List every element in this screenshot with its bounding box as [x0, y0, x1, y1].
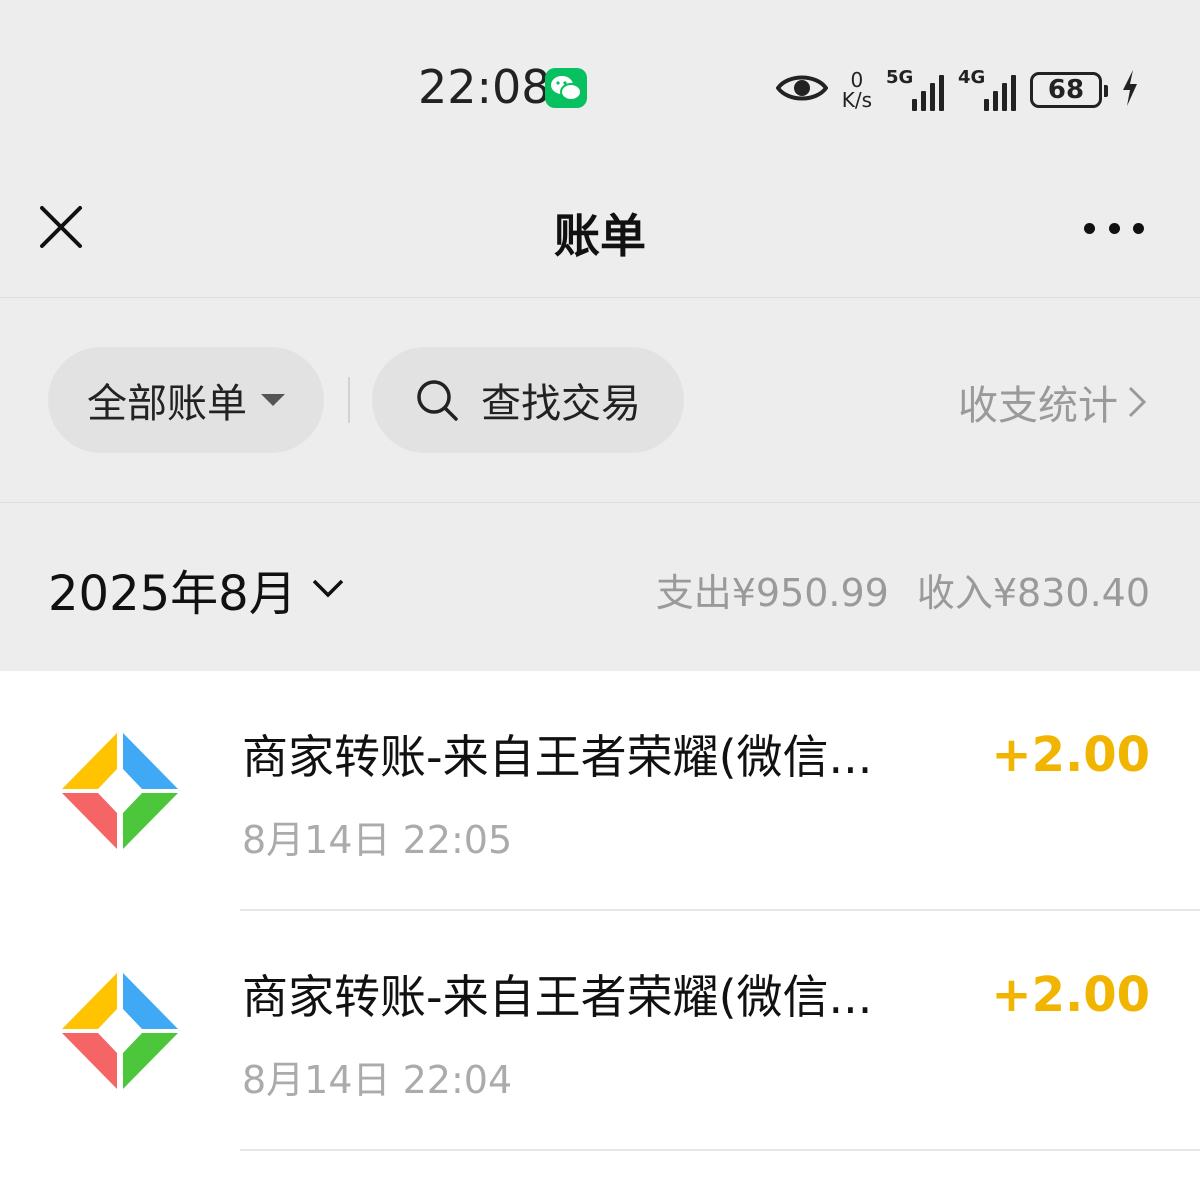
- sim1-network-label: 5G: [886, 67, 914, 88]
- page-title: 账单: [554, 209, 646, 263]
- transaction-time: 8月14日 22:04: [242, 1058, 513, 1102]
- net-speed: 0 K/s: [842, 70, 872, 110]
- chevron-right-icon: [1128, 386, 1147, 418]
- row-divider: [240, 1149, 1200, 1151]
- all-bills-button[interactable]: 全部账单: [48, 347, 324, 453]
- stats-label: 收支统计: [958, 383, 1118, 429]
- merchant-logo-icon: [62, 733, 178, 849]
- signal-sim1-icon: 5G: [886, 69, 944, 111]
- battery-icon: 68: [1030, 72, 1108, 108]
- wechat-icon: [545, 68, 587, 108]
- chevron-down-icon: [312, 579, 343, 598]
- search-transactions-label: 查找交易: [481, 381, 641, 427]
- signal-sim2-icon: 4G: [958, 69, 1016, 111]
- status-icons: 0 K/s 5G 4G 68: [775, 62, 1140, 118]
- nav-bar: 账单: [0, 180, 1200, 298]
- charging-icon: [1120, 68, 1140, 112]
- status-time: 22:08: [418, 60, 551, 114]
- month-income: 收入¥830.40: [916, 571, 1150, 615]
- transaction-list: 商家转账-来自王者荣耀(微信... 8月14日 22:05 +2.00 商家转账…: [0, 671, 1200, 1179]
- transaction-row[interactable]: 商家转账-来自王者荣耀(微信... 8月14日 22:04 +2.00: [0, 911, 1200, 1151]
- month-label: 2025年8月: [48, 566, 297, 622]
- more-dot: [1108, 222, 1120, 234]
- transaction-title: 商家转账-来自王者荣耀(微信...: [242, 730, 873, 784]
- transaction-amount: +2.00: [991, 967, 1150, 1023]
- transaction-amount: +2.00: [991, 727, 1150, 783]
- all-bills-label: 全部账单: [87, 381, 247, 427]
- merchant-logo-icon: [62, 973, 178, 1089]
- search-transactions-button[interactable]: 查找交易: [372, 347, 684, 453]
- transaction-time: 8月14日 22:05: [242, 818, 513, 862]
- month-selector[interactable]: 2025年8月: [48, 554, 345, 624]
- search-icon: [417, 380, 458, 421]
- income-expense-stats-link[interactable]: 收支统计: [958, 373, 1148, 431]
- caret-down-icon: [261, 394, 285, 406]
- transaction-row[interactable]: 商家转账-来自王者荣耀(微信... 8月14日 22:05 +2.00: [0, 671, 1200, 911]
- battery-level: 68: [1047, 75, 1085, 105]
- more-dot: [1133, 222, 1144, 234]
- net-speed-value: 0: [850, 68, 864, 92]
- filter-divider: [348, 377, 350, 423]
- month-expense: 支出¥950.99: [655, 571, 889, 615]
- more-button[interactable]: [1084, 216, 1144, 240]
- net-speed-unit: K/s: [841, 88, 872, 112]
- transaction-title: 商家转账-来自王者荣耀(微信...: [242, 970, 873, 1024]
- month-summary-bar: 2025年8月 支出¥950.99 收入¥830.40: [0, 504, 1200, 670]
- status-bar: 22:08 0 K/s 5G 4G 68: [0, 0, 1200, 180]
- month-totals: 支出¥950.99 收入¥830.40: [656, 562, 1150, 617]
- filter-bar: 全部账单 查找交易 收支统计: [0, 299, 1200, 503]
- eye-icon: [775, 70, 829, 110]
- more-dot: [1084, 222, 1095, 234]
- sim2-network-label: 4G: [958, 67, 986, 88]
